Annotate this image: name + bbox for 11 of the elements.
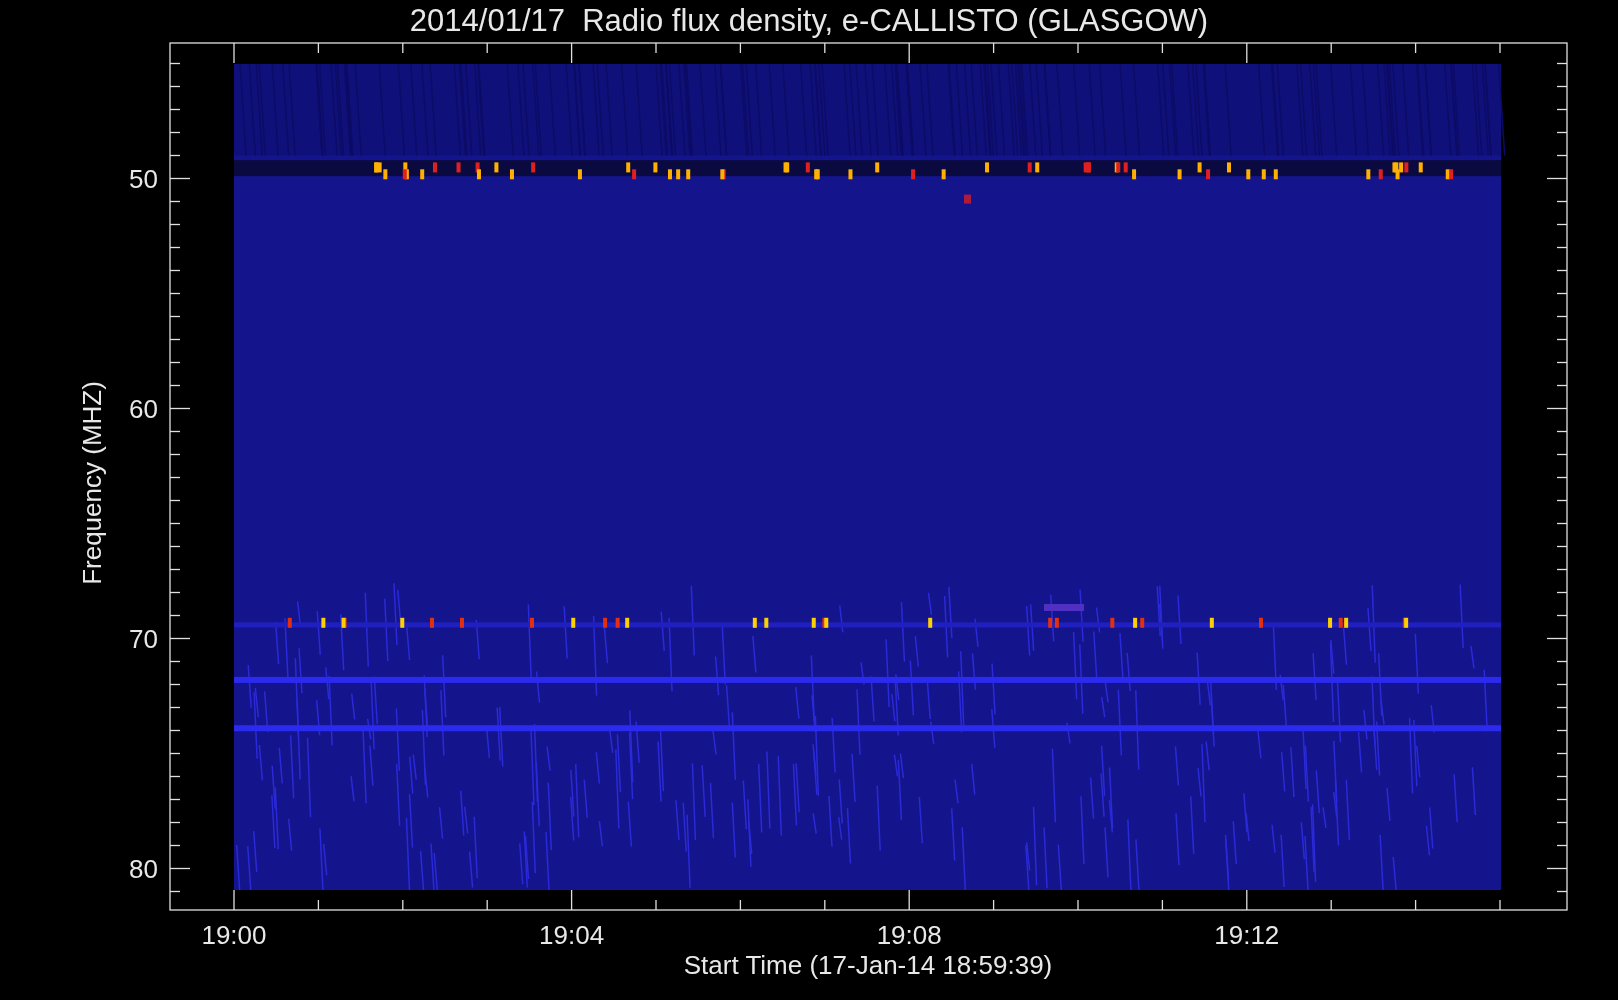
x-tick-label: 19:08	[876, 920, 942, 950]
y-axis-label: Frequency (MHZ)	[77, 381, 107, 585]
x-tick-label: 19:04	[539, 920, 605, 950]
y-tick-label: 70	[129, 623, 158, 654]
y-tick-label: 60	[129, 393, 158, 424]
y-tick-label: 80	[129, 853, 158, 884]
y-tick-label: 50	[129, 163, 158, 194]
x-tick-label: 19:12	[1214, 920, 1280, 950]
chart-title: 2014/01/17 Radio flux density, e-CALLISTO (GLASGOW)	[409, 3, 1209, 38]
x-tick-label: 19:00	[201, 920, 267, 950]
x-axis-label: Start Time (17-Jan-14 18:59:39)	[683, 950, 1053, 980]
